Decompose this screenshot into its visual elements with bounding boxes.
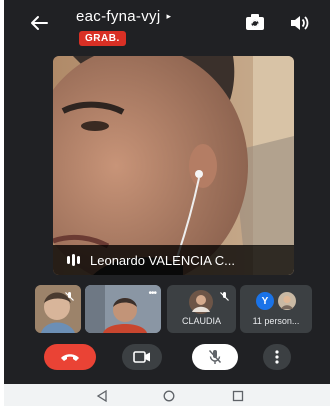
back-arrow-icon[interactable] [28, 12, 50, 34]
audio-level-icon [67, 254, 80, 266]
more-options-button[interactable] [263, 344, 291, 370]
camera-icon [133, 351, 150, 363]
mic-off-icon [208, 349, 222, 364]
participant-video-image [53, 56, 294, 275]
meet-screen: eac-fyna-vyj ▸ GRAB. Leonardo VALENCIA C… [4, 0, 330, 406]
nav-back-icon[interactable] [96, 389, 108, 403]
mic-off-icon [219, 289, 230, 301]
speaker-icon[interactable] [289, 13, 309, 33]
main-video-feed[interactable]: Leonardo VALENCIA C... [53, 56, 294, 275]
caret-right-icon: ▸ [166, 11, 172, 21]
participant-name: Leonardo VALENCIA C... [90, 252, 236, 268]
camera-toggle-button[interactable] [122, 344, 162, 370]
end-call-icon [61, 354, 79, 361]
participant-tile-2[interactable]: ••• [85, 285, 161, 333]
meeting-code-text: eac-fyna-vyj [76, 8, 161, 25]
tile-label: CLAUDIA [181, 316, 221, 326]
avatar [278, 292, 296, 310]
switch-camera-icon[interactable] [244, 13, 266, 33]
participant-tile-others[interactable]: Y 11 person... [240, 285, 312, 333]
nav-home-icon[interactable] [163, 389, 175, 402]
participant-tile-claudia[interactable]: CLAUDIA [167, 285, 236, 333]
microphone-toggle-button[interactable] [192, 344, 238, 370]
participant-name-bar: Leonardo VALENCIA C... [53, 245, 294, 275]
system-navigation-bar [4, 384, 330, 406]
end-call-button[interactable] [44, 344, 96, 370]
mic-off-icon [64, 289, 75, 301]
avatar-letter: Y [256, 292, 274, 310]
participant-tile-1[interactable] [35, 285, 81, 333]
more-vert-icon [275, 350, 279, 364]
nav-recents-icon[interactable] [232, 389, 244, 402]
avatar [189, 290, 213, 314]
meeting-code[interactable]: eac-fyna-vyj ▸ [76, 8, 171, 25]
more-dots-icon[interactable]: ••• [148, 288, 156, 299]
recording-badge: GRAB. [79, 31, 126, 46]
tile-label: 11 person... [252, 316, 300, 326]
